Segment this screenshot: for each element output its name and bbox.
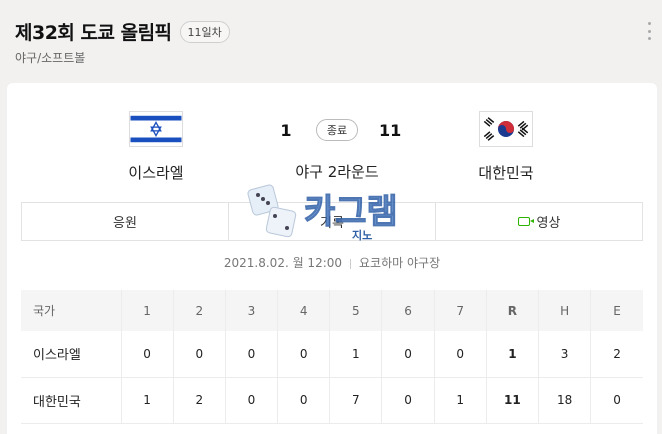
match-status-badge: 종료 <box>315 119 359 141</box>
video-label: 영상 <box>536 216 561 231</box>
total-errors: 2 <box>590 331 643 378</box>
header-inning-5: 5 <box>329 290 383 331</box>
israel-flag-icon <box>129 111 183 147</box>
page-title: 제32회 도쿄 올림픽 <box>15 22 172 44</box>
title-row: 제32회 도쿄 올림픽 11일차 <box>15 18 230 45</box>
inning-score: 0 <box>173 331 226 378</box>
action-bar: 응원 기록 영상 <box>21 202 643 241</box>
cheer-button[interactable]: 응원 <box>22 203 228 240</box>
day-badge: 11일차 <box>179 20 230 43</box>
total-runs: 1 <box>486 331 540 378</box>
total-runs: 11 <box>486 377 540 424</box>
header-errors: E <box>590 290 643 331</box>
meta-divider <box>350 258 352 269</box>
match-round: 야구 2라운드 <box>295 163 379 181</box>
inning-score: 0 <box>277 331 331 378</box>
page-header: 제32회 도쿄 올림픽 11일차 야구/소프트볼 <box>0 0 662 80</box>
inning-score: 0 <box>277 377 331 424</box>
video-button[interactable]: 영상 <box>435 203 642 240</box>
table-row: 대한민국 1 2 0 0 7 0 1 11 18 0 <box>21 377 643 424</box>
header-hits: H <box>538 290 592 331</box>
inning-score: 7 <box>329 377 383 424</box>
away-score: 11 <box>379 120 402 140</box>
header-inning-2: 2 <box>173 290 226 331</box>
inning-score: 0 <box>121 331 174 378</box>
korea-flag-icon <box>479 111 533 147</box>
header-runs: R <box>486 290 540 331</box>
header-inning-4: 4 <box>277 290 331 331</box>
match-datetime: 2021.8.02. 월 12:00 <box>223 256 343 270</box>
match-card: 이스라엘 1 종료 11 야구 2라운드 대한민국 응원 기록 영상 2021.… <box>7 83 657 434</box>
table-row: 이스라엘 0 0 0 0 1 0 0 1 3 2 <box>21 331 643 378</box>
total-errors: 0 <box>590 377 643 424</box>
inning-score: 1 <box>121 377 174 424</box>
linescore-table: 국가 1 2 3 4 5 6 7 R H E 이스라엘 0 0 0 0 1 0 <box>21 290 643 424</box>
inning-score: 1 <box>434 377 487 424</box>
header-country: 국가 <box>21 290 122 331</box>
inning-score: 0 <box>381 331 435 378</box>
home-team-name: 이스라엘 <box>128 164 184 182</box>
total-hits: 3 <box>538 331 592 378</box>
match-venue: 요코하마 야구장 <box>359 256 441 270</box>
away-team-name: 대한민국 <box>478 164 534 182</box>
inning-score: 2 <box>173 377 226 424</box>
more-options-icon[interactable] <box>646 22 652 40</box>
header-inning-3: 3 <box>225 290 279 331</box>
header-inning-1: 1 <box>121 290 174 331</box>
scoreline: 1 종료 11 <box>277 119 402 141</box>
inning-score: 0 <box>434 331 487 378</box>
home-team[interactable]: 이스라엘 <box>96 111 216 183</box>
record-label: 기록 <box>320 216 344 231</box>
linescore-header-row: 국가 1 2 3 4 5 6 7 R H E <box>21 290 643 331</box>
away-team[interactable]: 대한민국 <box>446 111 566 183</box>
match-meta: 2021.8.02. 월 12:00 요코하마 야구장 <box>7 254 657 271</box>
record-button[interactable]: 기록 <box>228 203 435 240</box>
sport-category: 야구/소프트볼 <box>15 51 86 65</box>
row-team-name: 대한민국 <box>21 377 122 424</box>
home-score: 1 <box>280 120 292 140</box>
header-inning-6: 6 <box>381 290 435 331</box>
header-inning-7: 7 <box>434 290 487 331</box>
inning-score: 1 <box>329 331 383 378</box>
inning-score: 0 <box>381 377 435 424</box>
inning-score: 0 <box>225 331 279 378</box>
inning-score: 0 <box>225 377 279 424</box>
total-hits: 18 <box>538 377 592 424</box>
cheer-label: 응원 <box>113 216 137 231</box>
video-icon <box>517 217 534 226</box>
row-team-name: 이스라엘 <box>21 331 122 378</box>
